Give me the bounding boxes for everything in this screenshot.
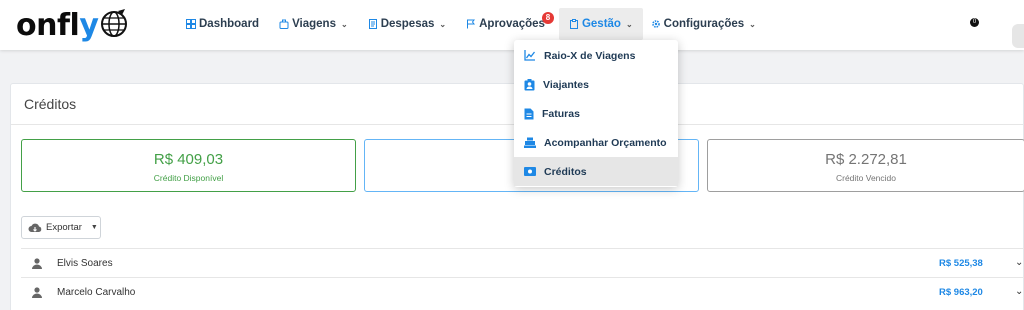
person-icon [32,258,42,269]
menu-item-label: Acompanhar Orçamento [544,136,667,149]
id-badge-icon [524,78,535,90]
dashboard-icon [186,19,196,29]
nav-viagens[interactable]: Viagens ⌄ [273,8,354,40]
menu-item-creditos[interactable]: Créditos [514,157,678,186]
stat-value: R$ 2.272,81 [825,151,907,168]
menu-item-acompanhar-orcamento[interactable]: Acompanhar Orçamento [514,128,678,157]
top-navbar: onfly Dashboard Viagens ⌄ Despesas ⌄ Apr… [0,0,1024,50]
chevron-down-icon: ⌄ [439,19,447,29]
main-nav: Dashboard Viagens ⌄ Despesas ⌄ Aprovaçõe… [180,8,770,40]
chevron-down-icon: ⌄ [340,19,348,29]
menu-item-label: Faturas [542,107,580,120]
nav-aprovacoes[interactable]: Aprovações 8 [460,8,554,40]
notification-badge: 8 [541,12,554,24]
onfly-logo[interactable]: onfly [16,6,129,44]
gear-icon [651,20,660,28]
menu-item-faturas[interactable]: Faturas [514,99,678,128]
stat-credit-available: R$ 409,03 Crédito Disponível [21,139,356,192]
list-item[interactable]: Marcelo Carvalho R$ 963,20 ⌄ [21,277,1024,306]
stat-label: Crédito Vencido [835,173,896,183]
nav-configuracoes[interactable]: Configurações ⌄ [645,8,762,40]
caret-down-icon: ▼ [90,224,98,231]
nav-configuracoes-label: Configurações [663,18,745,30]
nav-viagens-label: Viagens [292,18,336,30]
stat-value: R$ 409,03 [153,151,224,168]
side-panel-handle[interactable] [1012,24,1024,48]
export-button[interactable]: Exportar ▼ [21,216,101,239]
nav-despesas-label: Despesas [380,18,435,30]
list-item[interactable]: Elvis Soares R$ 525,38 ⌄ [21,248,1024,277]
cash-register-icon [524,137,536,148]
menu-item-label: Viajantes [543,78,589,91]
chart-icon [524,50,536,61]
traveler-name: Marcelo Carvalho [57,287,136,298]
stat-label: Crédito Disponível [153,173,224,183]
menu-item-label: Créditos [544,165,587,178]
chevron-down-icon[interactable]: ⌄ [1015,286,1023,297]
cloud-download-icon [28,223,42,232]
export-label: Exportar [46,222,82,233]
chevron-down-icon: ⌄ [749,19,756,29]
document-icon [524,108,534,119]
gestao-dropdown-menu: Raio-X de Viagens Viajantes Faturas Acom… [514,40,678,187]
credit-amount: R$ 963,20 [939,287,983,298]
nav-dashboard-label: Dashboard [199,18,260,30]
menu-item-label: Raio-X de Viagens [544,49,636,62]
stat-credit-expired: R$ 2.272,81 Crédito Vencido [707,139,1024,192]
flag-icon [467,19,476,29]
chevron-down-icon: ⌄ [625,19,633,29]
money-bill-icon [524,167,536,176]
user-notification-indicator[interactable]: 0 [970,18,979,27]
nav-despesas[interactable]: Despesas ⌄ [362,8,452,40]
page-title: Créditos [24,96,77,112]
menu-item-viajantes[interactable]: Viajantes [514,70,678,99]
suitcase-icon [279,19,289,29]
nav-gestao[interactable]: Gestão ⌄ [558,8,643,40]
receipt-icon [368,19,377,29]
credits-list: Elvis Soares R$ 525,38 ⌄ Marcelo Carvalh… [21,248,1024,306]
logo-text: onfly [16,7,99,43]
credit-amount: R$ 525,38 [939,258,983,269]
traveler-name: Elvis Soares [57,258,113,269]
chevron-down-icon[interactable]: ⌄ [1015,257,1023,268]
menu-item-raio-x[interactable]: Raio-X de Viagens [514,41,678,70]
nav-gestao-label: Gestão [581,18,621,30]
clipboard-icon [569,19,578,29]
nav-aprovacoes-label: Aprovações [479,18,545,30]
nav-dashboard[interactable]: Dashboard [180,8,265,40]
person-icon [32,287,42,298]
globe-icon [101,9,128,37]
